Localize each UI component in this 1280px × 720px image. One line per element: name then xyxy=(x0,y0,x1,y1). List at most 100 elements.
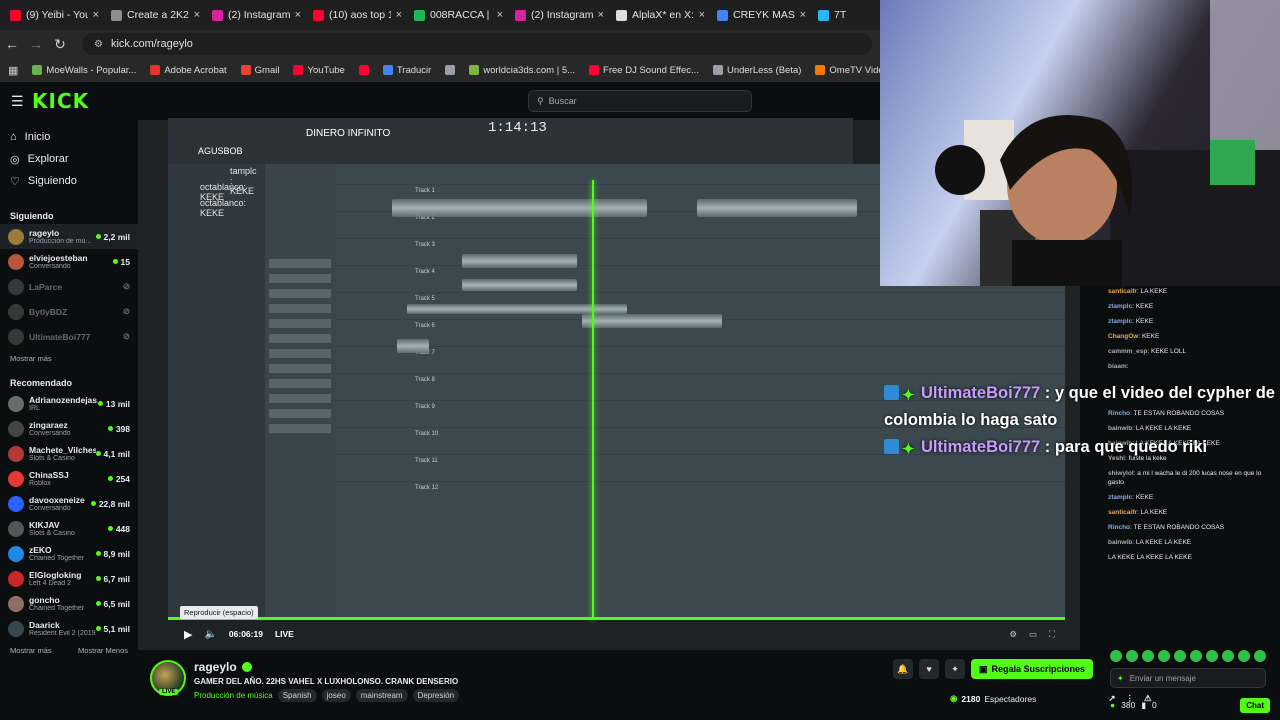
emote-icon[interactable] xyxy=(1190,650,1202,662)
chat-send-button[interactable]: Chat xyxy=(1240,697,1270,713)
emote-icon[interactable] xyxy=(1110,650,1122,662)
stream-tag[interactable]: Depresión xyxy=(412,689,460,702)
bookmark-item[interactable] xyxy=(358,65,369,75)
emote-icon[interactable] xyxy=(1206,650,1218,662)
emote-icon[interactable] xyxy=(1254,650,1266,662)
bookmark-item[interactable]: MoeWalls - Popular... xyxy=(32,65,136,76)
menu-icon[interactable]: ☰ xyxy=(11,93,24,110)
chat-username[interactable]: ztamplc xyxy=(1108,303,1132,310)
follow-heart-button[interactable]: ♥ xyxy=(919,659,939,679)
bookmark-item[interactable]: UnderLess (Beta) xyxy=(712,65,801,76)
browser-tab[interactable]: 7TV xyxy=(812,3,852,27)
channel-row[interactable]: goncho Chained Together 6,5 mil xyxy=(0,591,138,616)
channel-row[interactable]: davooxeneize Conversando 22,8 mil xyxy=(0,491,138,516)
search-input[interactable]: ⚲ Buscar xyxy=(528,90,752,112)
browser-tab[interactable]: Create a 2K25 × xyxy=(105,3,206,27)
tab-close-icon[interactable]: × xyxy=(598,9,604,21)
bookmark-item[interactable]: Adobe Acrobat xyxy=(150,65,227,76)
site-info-icon[interactable]: ⚙ xyxy=(94,39,103,50)
chat-username[interactable]: santicaifr xyxy=(1108,509,1137,516)
stream-category[interactable]: Producción de música xyxy=(194,691,273,700)
kick-logo[interactable]: KICK xyxy=(32,89,89,113)
browser-tab[interactable]: (9) Yeibi - YouT × xyxy=(4,3,105,27)
volume-icon[interactable]: 🔈 xyxy=(204,629,216,640)
theater-icon[interactable]: ▭ xyxy=(1029,629,1037,640)
forward-icon[interactable]: → xyxy=(24,36,48,52)
chat-username[interactable]: bainwib xyxy=(1108,539,1132,546)
channel-row[interactable]: LaParce ⊘ xyxy=(0,274,138,299)
chat-username[interactable]: ChangOw xyxy=(1108,333,1138,340)
tab-close-icon[interactable]: × xyxy=(699,9,705,21)
browser-tab[interactable]: AlplaX* en X: × xyxy=(610,3,711,27)
tab-close-icon[interactable]: × xyxy=(93,9,99,21)
back-icon[interactable]: ← xyxy=(0,36,24,52)
channel-row[interactable]: Machete_Vilches Slots & Casino 4,1 mil xyxy=(0,441,138,466)
sidebar-nav-siguiendo[interactable]: ♡ Siguiendo xyxy=(0,170,138,192)
sidebar-nav-explorar[interactable]: ◎ Explorar xyxy=(0,148,138,170)
chat-username[interactable]: santicaifr xyxy=(1108,288,1137,295)
browser-tab[interactable]: CREYK MASTER × xyxy=(711,3,812,27)
browser-tab[interactable]: (10) aos top 10 × xyxy=(307,3,408,27)
show-more-button[interactable]: Mostrar más xyxy=(10,646,52,655)
streamer-name[interactable]: rageylo xyxy=(194,660,252,674)
emote-icon[interactable] xyxy=(1158,650,1170,662)
bookmark-item[interactable]: Traducir xyxy=(382,65,431,76)
play-icon[interactable]: ▶ xyxy=(184,628,192,641)
channel-row[interactable]: Adrianozendejas... IRL 13 mil xyxy=(0,391,138,416)
browser-tab[interactable]: 008RACCA | Sp × xyxy=(408,3,509,27)
chat-input[interactable]: ✦ Enviar un mensaje xyxy=(1110,668,1266,688)
channel-row[interactable]: ElGlogloking Left 4 Dead 2 6,7 mil xyxy=(0,566,138,591)
show-less-button[interactable]: Mostrar Menos xyxy=(78,646,128,655)
fullscreen-icon[interactable]: ⛶ xyxy=(1049,629,1055,640)
emote-icon[interactable] xyxy=(1238,650,1250,662)
bookmark-item[interactable]: OmeTV Video Chat... xyxy=(815,65,880,76)
sidebar-nav-inicio[interactable]: ⌂ Inicio xyxy=(0,126,138,148)
chat-username[interactable]: cammm_esp xyxy=(1108,348,1147,355)
bookmark-item[interactable]: Free DJ Sound Effec... xyxy=(589,65,699,76)
stream-tag[interactable]: joseo xyxy=(321,689,351,702)
channel-row[interactable]: BytlyBDZ ⊘ xyxy=(0,299,138,324)
channel-row[interactable]: zingaraez Conversando 398 xyxy=(0,416,138,441)
channel-row[interactable]: rageylo Producción de mú... 2,2 mil xyxy=(0,224,138,249)
channel-row[interactable]: ChinaSSJ Roblox 254 xyxy=(0,466,138,491)
bookmark-item[interactable]: YouTube xyxy=(293,65,345,76)
channel-row[interactable]: UltimateBoi777 ⊘ xyxy=(0,324,138,349)
emote-icon[interactable]: ✦ xyxy=(1117,674,1124,683)
emote-icon[interactable] xyxy=(1126,650,1138,662)
tab-close-icon[interactable]: × xyxy=(396,9,402,21)
settings-icon[interactable]: ⚙ xyxy=(1009,629,1017,640)
emote-bar[interactable] xyxy=(1110,650,1270,662)
bookmark-item[interactable]: Gmail xyxy=(240,65,279,76)
browser-tab[interactable]: (2) Instagram × xyxy=(509,3,610,27)
channel-row[interactable]: Daarick Resident Evil 2 (2019) 5,1 mil xyxy=(0,616,138,641)
tab-close-icon[interactable]: × xyxy=(295,9,301,21)
chat-username[interactable]: Rincho xyxy=(1108,524,1130,531)
chat-username[interactable]: ztamplc xyxy=(1108,494,1132,501)
gift-subscriptions-button[interactable]: ▣ Regala Suscripciones xyxy=(971,659,1094,679)
more-actions-button[interactable]: ✦ xyxy=(945,659,965,679)
emote-icon[interactable] xyxy=(1142,650,1154,662)
apps-icon[interactable]: ▦ xyxy=(8,64,18,77)
bookmark-item[interactable] xyxy=(445,65,456,75)
channel-row[interactable]: KIKJAV Slots & Casino 448 xyxy=(0,516,138,541)
channel-row[interactable]: zEKO Chained Together 8,9 mil xyxy=(0,541,138,566)
warning-icon[interactable]: ⚠ xyxy=(1144,693,1152,704)
browser-tab[interactable]: (2) Instagram × xyxy=(206,3,307,27)
tab-close-icon[interactable]: × xyxy=(194,9,200,21)
more-icon[interactable]: ⋮ xyxy=(1125,693,1134,704)
url-field[interactable]: ⚙ kick.com/rageylo xyxy=(82,33,872,55)
notification-bell-button[interactable]: 🔔 xyxy=(893,659,913,679)
chat-username[interactable]: biaam xyxy=(1108,363,1127,370)
video-progress-bar[interactable] xyxy=(168,617,1065,620)
tab-close-icon[interactable]: × xyxy=(497,9,503,21)
channel-row[interactable]: elviejoesteban Conversando 15 xyxy=(0,249,138,274)
chat-username[interactable]: ztamplc xyxy=(1108,318,1132,325)
stream-tag[interactable]: Spanish xyxy=(277,689,317,702)
tab-close-icon[interactable]: × xyxy=(800,9,806,21)
bookmark-item[interactable]: worldcia3ds.com | 5... xyxy=(469,65,575,76)
show-more-following[interactable]: Mostrar más xyxy=(0,349,138,367)
chat-username[interactable]: shiwylol xyxy=(1108,470,1134,477)
emote-icon[interactable] xyxy=(1174,650,1186,662)
stream-tag[interactable]: mainstream xyxy=(355,689,408,702)
reload-icon[interactable]: ↻ xyxy=(48,36,72,53)
